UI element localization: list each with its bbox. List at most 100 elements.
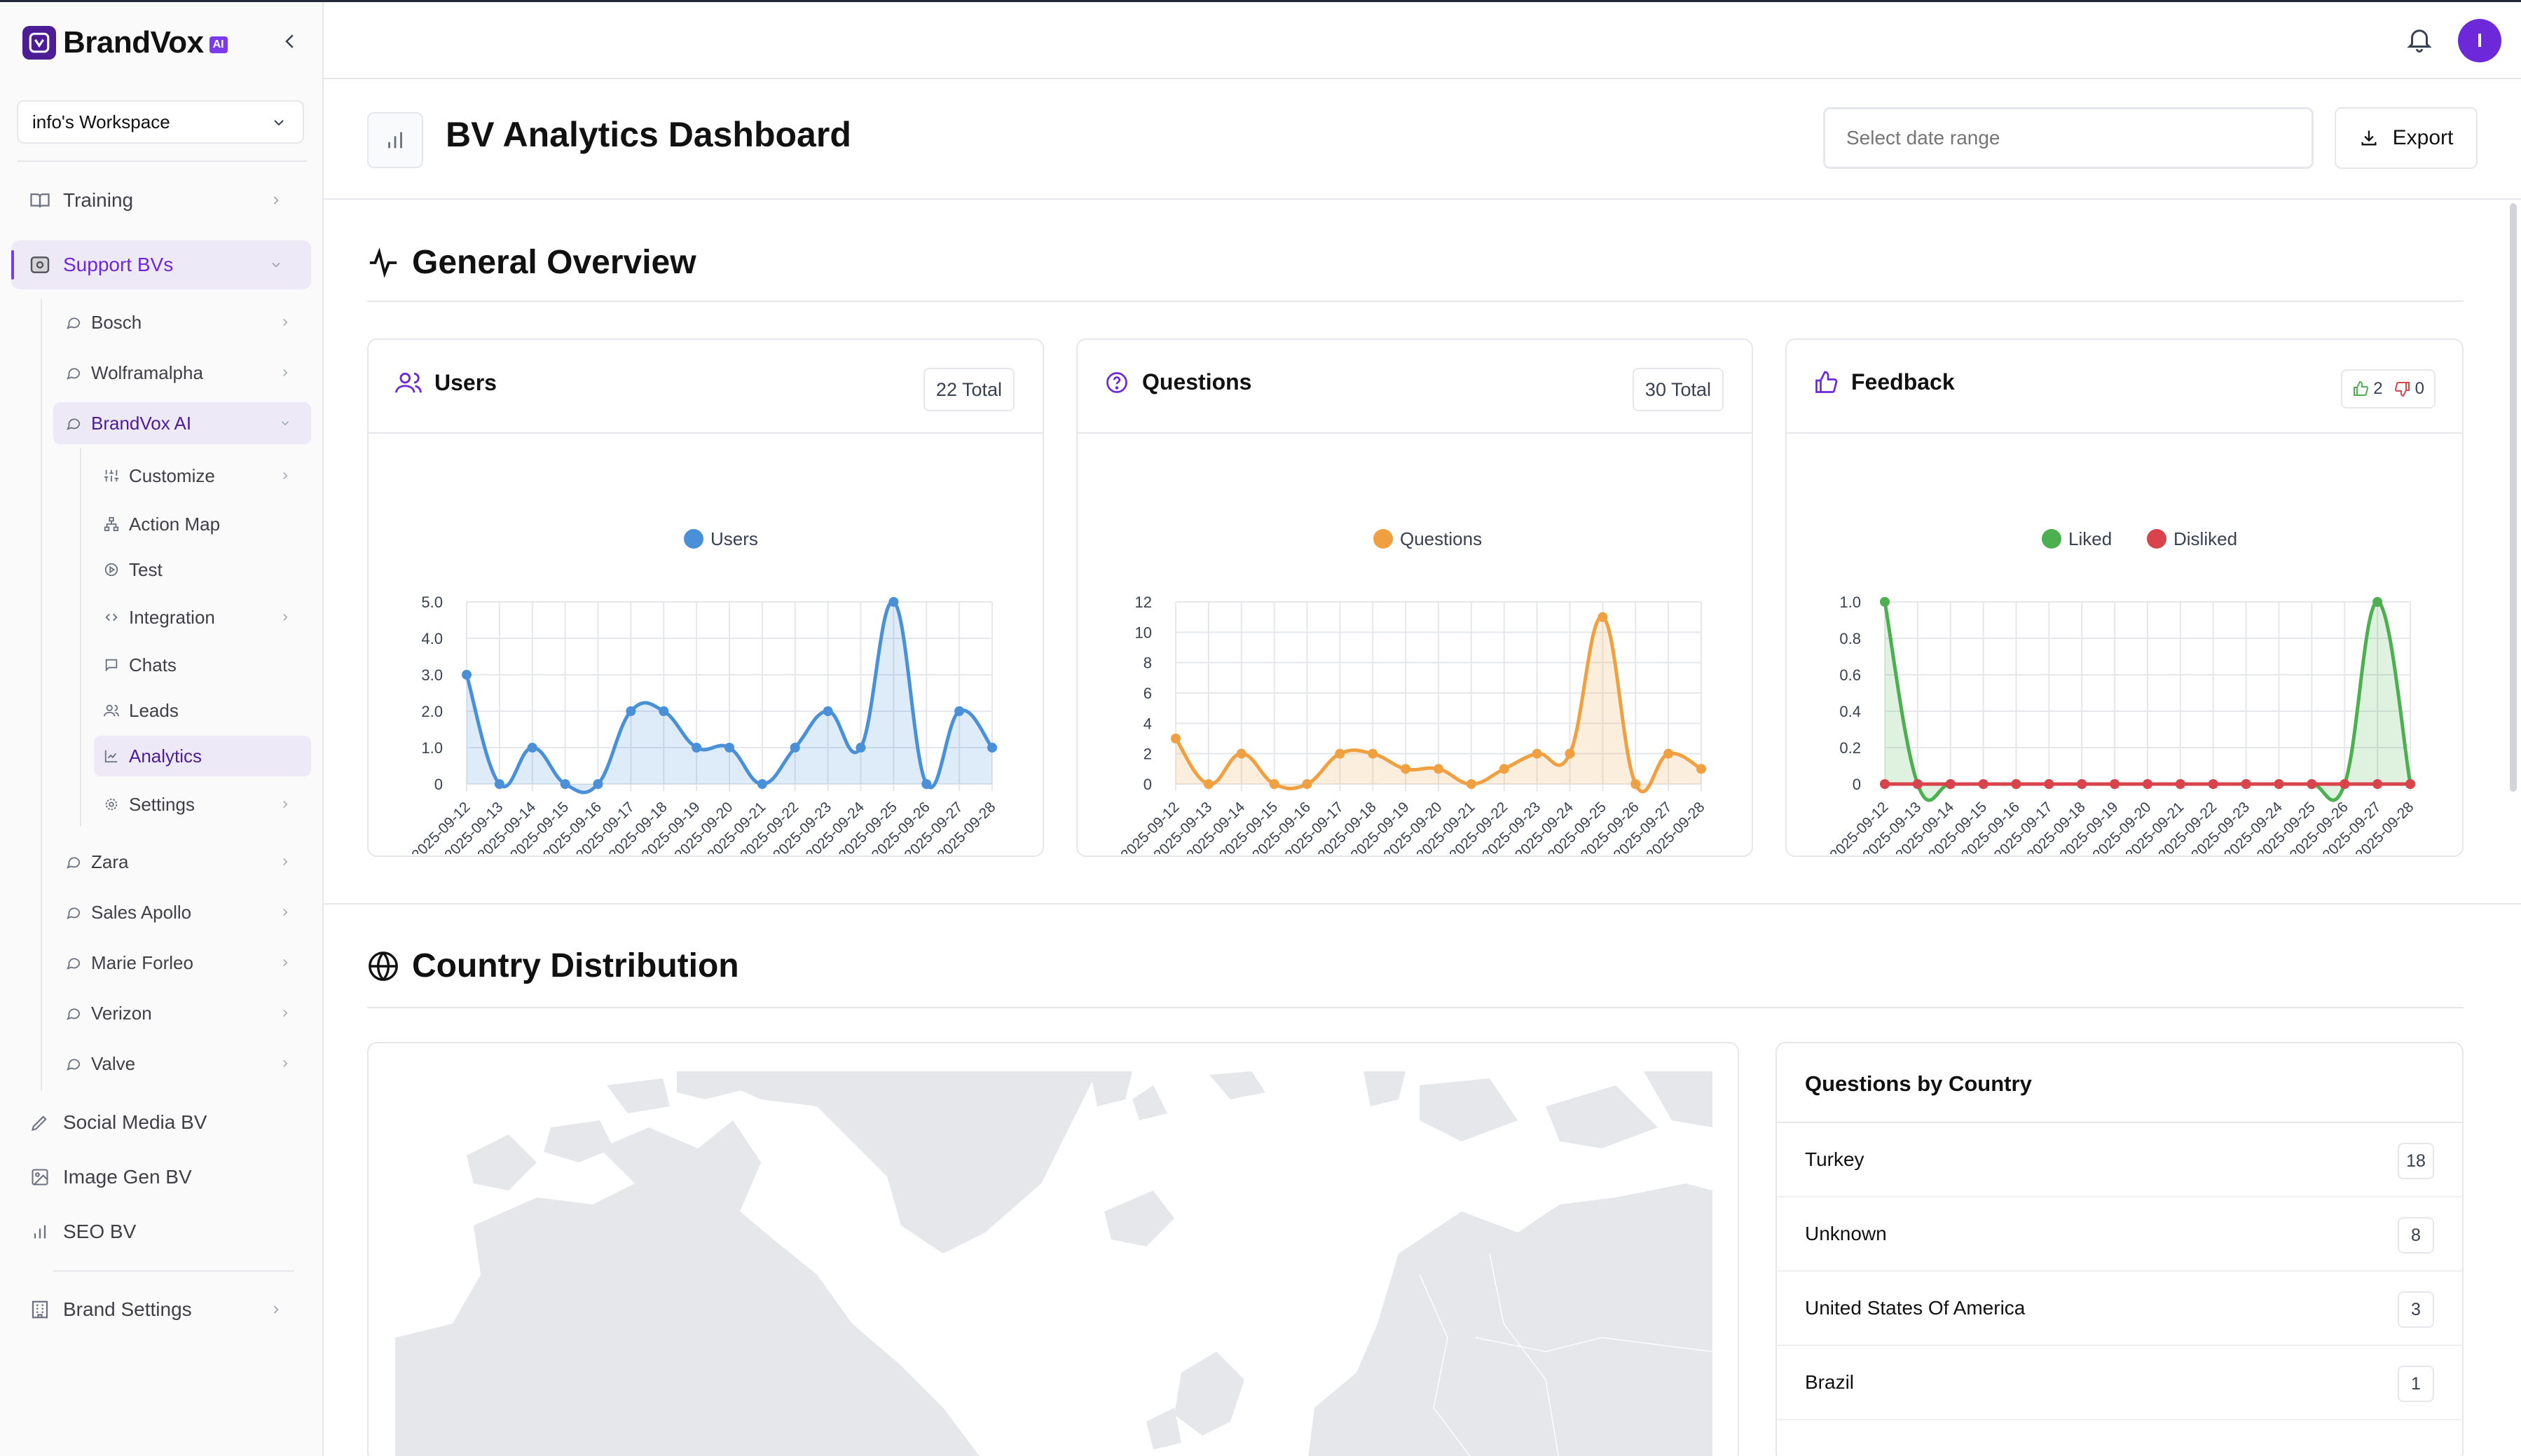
chevron-right-icon [283,858,288,866]
sidebar-item-seo-bv[interactable]: SEO BV [17,1207,311,1256]
tree-line [80,448,81,826]
sidebar-item-brand-settings[interactable]: Brand Settings [17,1285,311,1334]
data-point [2372,779,2383,789]
sidebar-item-verizon[interactable]: Verizon [53,992,311,1034]
chevron-right-icon [283,472,288,480]
y-tick-label: 3.0 [421,666,443,684]
chat-bubble-icon [64,411,83,435]
questions-card: Questions 30 Total Questions 0 2 4 6 8 10 12 202… [1076,338,1753,857]
chat-bubble-icon [64,1001,83,1025]
sidebar-item-analytics[interactable]: Analytics [94,736,311,776]
workspace-label: info's Workspace [32,111,170,132]
section-title-country: Country Distribution [367,947,739,985]
sidebar-item-label: Verizon [91,1002,152,1024]
download-icon [2359,128,2379,148]
sidebar-item-leads[interactable]: Leads [94,690,311,731]
globe-icon [367,950,399,982]
data-point [1630,779,1641,789]
data-point [1532,748,1542,759]
data-point [888,597,899,607]
sidebar-item-brandvox-ai[interactable]: BrandVox AI [53,402,311,444]
data-point [626,706,636,716]
sidebar-item-label: Support BVs [63,254,174,275]
sidebar-item-social-media-bv[interactable]: Social Media BV [17,1098,311,1147]
sidebar-item-label: BrandVox AI [91,412,192,434]
chevron-left-icon [285,34,294,48]
chevron-right-icon [283,318,288,327]
table-row: Turkey 18 [1777,1123,2462,1197]
data-point [2175,779,2185,789]
data-point [692,743,702,753]
page-header: BV Analytics Dashboard Export [324,79,2521,200]
y-tick-label: 10 [1135,624,1152,641]
y-tick-label: 5.0 [421,593,443,611]
sidebar-item-test[interactable]: Test [94,549,311,590]
chevron-down-icon [281,421,289,426]
date-range-input[interactable] [1823,107,2314,169]
sidebar-item-sales-apollo[interactable]: Sales Apollo [53,891,311,933]
data-point [2208,779,2218,789]
sidebar-item-wolframalpha[interactable]: Wolframalpha [53,352,311,394]
brand-logo[interactable]: BrandVox AI [22,23,228,62]
collapse-sidebar-button[interactable] [277,29,303,54]
sidebar: BrandVox AI info's Workspace Training Su… [0,2,324,1456]
sidebar-item-label: Training [63,189,134,211]
scrollbar[interactable] [2510,203,2517,792]
avatar[interactable]: I [2458,19,2501,62]
page-title: BV Analytics Dashboard [446,115,851,154]
country-count-badge: 3 [2398,1291,2434,1328]
sidebar-item-zara[interactable]: Zara [53,841,311,883]
sidebar-item-settings[interactable]: Settings [94,784,311,825]
sidebar-item-marie-forleo[interactable]: Marie Forleo [53,942,311,984]
data-point [954,706,965,716]
sidebar-item-customize[interactable]: Customize [94,455,311,496]
data-point [2372,597,2383,607]
sidebar-item-valve[interactable]: Valve [53,1043,311,1085]
chat-bubble-icon [64,1052,83,1076]
liked-count: 2 [2373,379,2383,398]
data-point [1236,748,1246,759]
feedback-chart: Liked Disliked00.20.40.60.81.02025-09-122… [1827,528,2417,854]
questions-chart: Questions0246810122025-09-122025-09-1320… [1118,528,1708,854]
y-tick-label: 0.6 [1839,666,1861,684]
section-title-overview: General Overview [367,243,696,282]
y-tick-label: 2.0 [421,703,443,720]
export-button[interactable]: Export [2335,107,2478,169]
divider [53,1270,294,1272]
data-point [2011,779,2021,789]
data-point [1880,597,1890,607]
book-icon [28,188,52,212]
sidebar-item-support-bvs[interactable]: Support BVs [11,240,311,289]
sidebar-item-chats[interactable]: Chats [94,645,311,685]
legend-swatch [1373,529,1393,549]
legend-label: Liked [2068,528,2112,549]
chevron-right-icon [283,800,288,809]
sidebar-item-label: Integration [129,606,215,628]
sidebar-item-action-map[interactable]: Action Map [94,504,311,544]
y-tick-label: 1.0 [1839,593,1861,611]
legend-swatch [2042,529,2061,549]
data-point [1203,779,1214,789]
data-point [1368,748,1378,759]
thumbs-up-icon [1813,370,1839,395]
data-point [2077,779,2087,789]
divider [17,160,307,162]
sidebar-item-bosch[interactable]: Bosch [53,301,311,343]
divider [367,301,2464,302]
data-point [1565,748,1575,759]
data-point [2307,779,2317,789]
country-count-badge: 18 [2398,1143,2434,1179]
questions-total-badge: 30 Total [1632,368,1724,411]
sidebar-item-image-gen-bv[interactable]: Image Gen BV [17,1153,311,1202]
chevron-down-icon [272,262,280,268]
top-bar: I [324,2,2521,79]
world-map[interactable] [369,1043,1739,1456]
country-name: Turkey [1805,1148,1864,1170]
chevron-right-icon [283,1059,288,1068]
workspace-select[interactable]: info's Workspace [17,100,304,144]
sidebar-item-integration[interactable]: Integration [94,597,311,638]
sidebar-item-training[interactable]: Training [17,176,311,225]
data-point [1696,764,1706,774]
sidebar-item-label: Chats [129,654,177,675]
notifications-button[interactable] [2405,25,2434,57]
